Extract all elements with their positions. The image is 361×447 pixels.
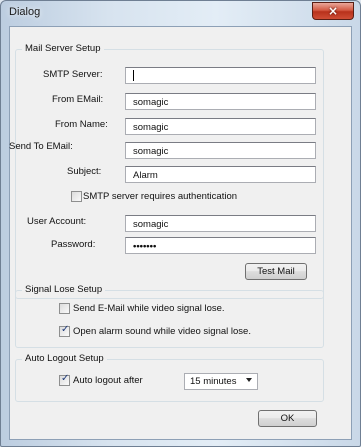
subject-label: Subject:: [67, 166, 102, 177]
signal-lose-group: Signal Lose Setup: [15, 284, 324, 348]
send-email-signal-label[interactable]: Send E-Mail while video signal lose.: [73, 303, 225, 314]
from-email-label: From EMail:: [52, 94, 104, 105]
alarm-sound-label[interactable]: Open alarm sound while video signal lose…: [73, 326, 251, 337]
auto-logout-checkbox[interactable]: [59, 373, 70, 386]
smtp-auth-label[interactable]: SMTP server requires authentication: [83, 191, 237, 202]
user-account-input[interactable]: somagic: [125, 215, 316, 232]
auto-logout-group-title: Auto Logout Setup: [22, 353, 107, 364]
chevron-down-icon: [246, 378, 252, 382]
title-bar[interactable]: Dialog ×: [1, 1, 360, 25]
alarm-sound-checkbox[interactable]: [59, 324, 70, 337]
smtp-server-label: SMTP Server:: [43, 69, 103, 80]
ok-button[interactable]: OK: [258, 410, 317, 427]
close-button[interactable]: ×: [312, 2, 354, 20]
window-title: Dialog: [9, 6, 41, 18]
test-mail-button[interactable]: Test Mail: [245, 263, 307, 280]
password-input[interactable]: •••••••: [125, 237, 316, 254]
text-cursor: [133, 70, 134, 81]
from-name-label: From Name:: [55, 119, 108, 130]
smtp-server-input[interactable]: [125, 67, 316, 84]
logout-duration-value: 15 minutes: [190, 376, 237, 387]
close-icon: ×: [327, 4, 339, 18]
dialog-window: Dialog × Mail Server Setup SMTP Server: …: [0, 0, 361, 447]
auto-logout-label[interactable]: Auto logout after: [73, 375, 143, 386]
password-label: Password:: [51, 239, 96, 250]
dialog-body: Mail Server Setup SMTP Server: From EMai…: [9, 26, 352, 440]
logout-duration-select[interactable]: 15 minutes: [184, 373, 258, 390]
mail-server-group-title: Mail Server Setup: [22, 43, 104, 54]
smtp-auth-checkbox[interactable]: [71, 191, 82, 202]
from-email-input[interactable]: somagic: [125, 93, 316, 110]
send-to-email-label: Send To EMail:: [9, 141, 73, 152]
send-email-signal-checkbox[interactable]: [59, 303, 70, 314]
send-to-email-input[interactable]: somagic: [125, 142, 316, 159]
user-account-label: User Account:: [27, 216, 87, 227]
subject-input[interactable]: Alarm: [125, 166, 316, 183]
signal-lose-group-title: Signal Lose Setup: [22, 284, 106, 295]
from-name-input[interactable]: somagic: [125, 118, 316, 135]
